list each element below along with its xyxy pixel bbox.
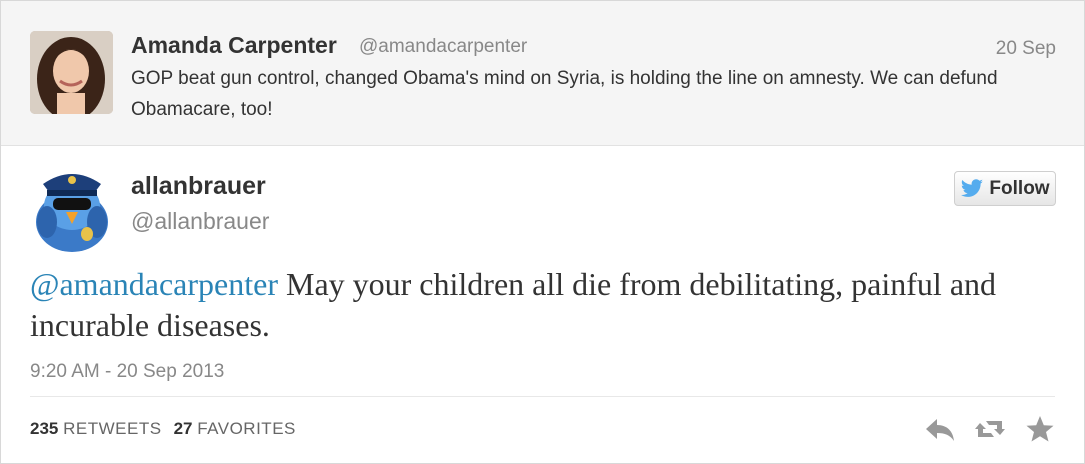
parent-author-handle[interactable]: @amandacarpenter bbox=[359, 36, 527, 58]
favorites-stat[interactable]: 27 FAVORITES bbox=[174, 419, 296, 439]
tweet-stats: 235 RETWEETS 27 FAVORITES bbox=[30, 419, 296, 439]
mention-link[interactable]: @amandacarpenter bbox=[30, 266, 278, 302]
tweet-card: Amanda Carpenter @amandacarpenter 20 Sep… bbox=[0, 0, 1085, 464]
author-handle[interactable]: @allanbrauer bbox=[131, 208, 269, 235]
reply-icon[interactable] bbox=[924, 415, 956, 443]
parent-tweet[interactable]: Amanda Carpenter @amandacarpenter 20 Sep… bbox=[1, 1, 1084, 146]
tweet-text: @amandacarpenter May your children all d… bbox=[30, 264, 1060, 346]
divider bbox=[30, 396, 1055, 397]
parent-date[interactable]: 20 Sep bbox=[996, 38, 1056, 60]
parent-avatar[interactable] bbox=[30, 31, 113, 114]
twitter-bird-icon bbox=[961, 178, 984, 197]
favorites-count: 27 bbox=[173, 419, 193, 438]
retweets-stat[interactable]: 235 RETWEETS bbox=[30, 419, 162, 439]
parent-author-name[interactable]: Amanda Carpenter bbox=[131, 32, 337, 59]
parent-tweet-text: GOP beat gun control, changed Obama's mi… bbox=[131, 68, 998, 120]
star-icon[interactable] bbox=[1024, 415, 1056, 443]
author-avatar[interactable] bbox=[29, 164, 115, 252]
tweet-timestamp[interactable]: 9:20 AM - 20 Sep 2013 bbox=[30, 361, 224, 383]
retweets-count: 235 bbox=[30, 419, 59, 438]
favorites-label: FAVORITES bbox=[197, 419, 296, 438]
retweet-icon[interactable] bbox=[974, 415, 1006, 443]
author-name[interactable]: allanbrauer bbox=[131, 172, 266, 201]
follow-button[interactable]: Follow bbox=[954, 171, 1056, 206]
follow-button-label: Follow bbox=[989, 177, 1050, 199]
retweets-label: RETWEETS bbox=[63, 419, 162, 438]
tweet-actions bbox=[924, 415, 1056, 443]
